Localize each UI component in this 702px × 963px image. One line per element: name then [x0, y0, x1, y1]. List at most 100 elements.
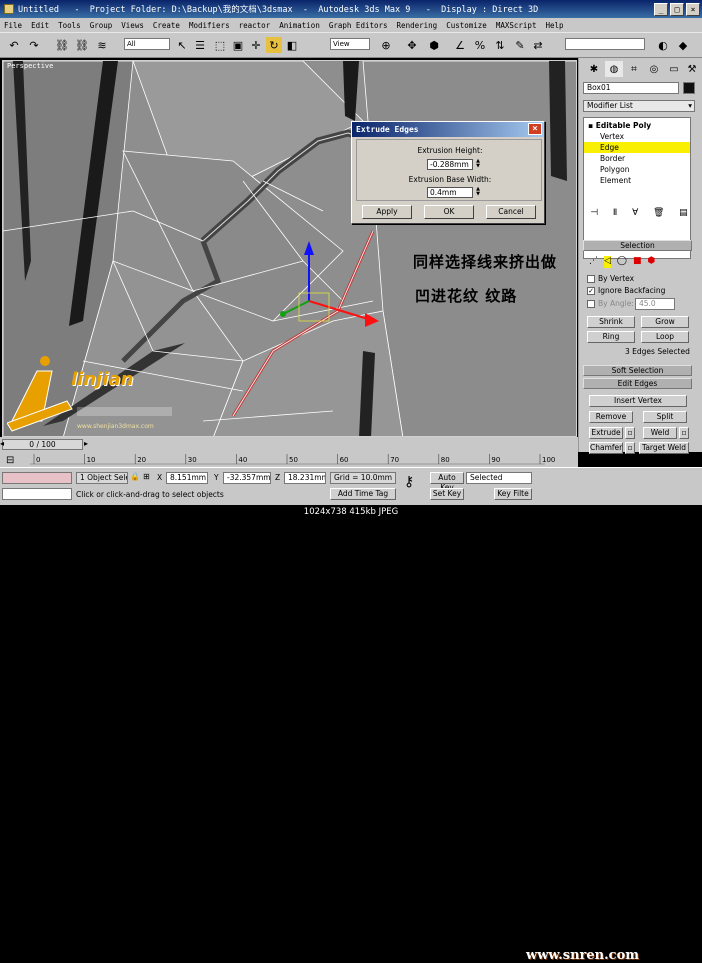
menu-tools[interactable]: Tools	[58, 21, 81, 30]
minimize-button[interactable]: _	[654, 2, 668, 16]
menu-customize[interactable]: Customize	[446, 21, 487, 30]
slider-next-icon[interactable]: ▸	[84, 439, 94, 450]
stack-item-editable-poly[interactable]: ▪ Editable Poly	[584, 120, 690, 131]
track-bar-icon[interactable]: ⊟	[6, 455, 14, 466]
by-angle-checkbox[interactable]: By Angle:	[587, 299, 634, 308]
undo-icon[interactable]: ↶	[6, 37, 22, 53]
add-time-tag-button[interactable]: Add Time Tag	[330, 488, 396, 500]
z-coord-field[interactable]: 18.231mm	[284, 472, 326, 484]
rect-selection-icon[interactable]: ⬚	[212, 37, 228, 53]
snap-toggle-icon[interactable]: ⬢	[426, 37, 442, 53]
named-selection-sets-dropdown[interactable]	[565, 38, 645, 50]
quick-render-icon[interactable]: ◆	[675, 37, 691, 53]
stack-item-vertex[interactable]: Vertex	[584, 131, 690, 142]
extrusion-height-spinner[interactable]: ▲ ▼	[475, 159, 481, 170]
weld-button[interactable]: Weld	[643, 427, 677, 439]
stack-item-border[interactable]: Border	[584, 153, 690, 164]
remove-modifier-icon[interactable]: 🗑	[653, 208, 664, 224]
select-manipulate-icon[interactable]: ✥	[404, 37, 420, 53]
select-scale-icon[interactable]: ◧	[284, 37, 300, 53]
target-weld-button[interactable]: Target Weld	[639, 442, 689, 454]
object-name-field[interactable]: Box01	[583, 82, 679, 94]
apply-button[interactable]: Apply	[362, 205, 412, 219]
slider-prev-icon[interactable]: ◂	[0, 439, 10, 450]
remove-button[interactable]: Remove	[589, 411, 633, 423]
menu-animation[interactable]: Animation	[279, 21, 320, 30]
cancel-button[interactable]: Cancel	[486, 205, 536, 219]
auto-key-button[interactable]: Auto Key	[430, 472, 464, 492]
menu-graph-editors[interactable]: Graph Editors	[329, 21, 388, 30]
weld-settings-icon[interactable]: ▫	[679, 427, 689, 439]
object-color-swatch[interactable]	[683, 82, 695, 94]
create-tab-icon[interactable]: ✱	[585, 61, 603, 77]
by-angle-input[interactable]: 45.0	[635, 298, 675, 310]
unlink-icon[interactable]: ⛓	[74, 37, 90, 53]
make-unique-icon[interactable]: ∀	[632, 208, 638, 224]
spinner-snap-icon[interactable]: ⇅	[492, 37, 508, 53]
motion-tab-icon[interactable]: ◎	[645, 61, 663, 77]
selection-filter-dropdown[interactable]: All	[124, 38, 170, 50]
extrude-settings-icon[interactable]: ▫	[625, 427, 635, 439]
menu-edit[interactable]: Edit	[31, 21, 49, 30]
set-key-button[interactable]: Set Key	[430, 488, 464, 500]
grow-button[interactable]: Grow	[641, 316, 689, 328]
polygon-mode-icon[interactable]: ■	[633, 256, 642, 268]
soft-selection-rollout-header[interactable]: Soft Selection	[583, 365, 692, 376]
selection-rollout-header[interactable]: Selection	[583, 240, 692, 251]
modify-tab-icon[interactable]: ◍	[605, 61, 623, 77]
show-end-result-icon[interactable]: Ⅱ	[613, 208, 617, 224]
menu-rendering[interactable]: Rendering	[397, 21, 438, 30]
select-move-icon[interactable]: ✛	[248, 37, 264, 53]
dialog-close-button[interactable]: ×	[528, 123, 542, 135]
key-icon[interactable]: ⚷	[404, 474, 414, 490]
key-mode-dropdown[interactable]: Selected	[466, 472, 532, 484]
menu-reactor[interactable]: reactor	[239, 21, 271, 30]
menu-help[interactable]: Help	[545, 21, 563, 30]
percent-snap-icon[interactable]: %	[472, 37, 488, 53]
split-button[interactable]: Split	[643, 411, 687, 423]
menu-maxscript[interactable]: MAXScript	[496, 21, 537, 30]
key-filters-button[interactable]: Key Filte	[494, 488, 532, 500]
configure-sets-icon[interactable]: ▤	[679, 208, 688, 224]
lock-selection-icon[interactable]: 🔒	[130, 472, 140, 481]
stack-item-element[interactable]: Element	[584, 175, 690, 186]
x-coord-field[interactable]: 8.151mm	[166, 472, 208, 484]
viewport-label[interactable]: Perspective	[7, 62, 53, 70]
ref-coord-dropdown[interactable]: View	[330, 38, 370, 50]
edge-mode-icon[interactable]: ◁	[604, 256, 611, 268]
named-selection-icon[interactable]: ✎	[512, 37, 528, 53]
extrusion-width-input[interactable]: 0.4mm	[427, 187, 473, 198]
by-vertex-checkbox[interactable]: By Vertex	[587, 274, 634, 283]
render-icon[interactable]: ◐	[655, 37, 671, 53]
hierarchy-tab-icon[interactable]: ⌗	[625, 61, 643, 77]
border-mode-icon[interactable]: ◯	[617, 256, 627, 268]
ok-button[interactable]: OK	[424, 205, 474, 219]
element-mode-icon[interactable]: ⬢	[648, 256, 656, 268]
link-icon[interactable]: ⛓	[54, 37, 70, 53]
insert-vertex-button[interactable]: Insert Vertex	[589, 395, 687, 407]
edit-edges-rollout-header[interactable]: Edit Edges	[583, 378, 692, 389]
shrink-button[interactable]: Shrink	[587, 316, 635, 328]
pivot-center-icon[interactable]: ⊕	[378, 37, 394, 53]
menu-modifiers[interactable]: Modifiers	[189, 21, 230, 30]
bind-space-warp-icon[interactable]: ≋	[94, 37, 110, 53]
menu-file[interactable]: File	[4, 21, 22, 30]
y-coord-field[interactable]: -32.357mm	[223, 472, 271, 484]
time-slider[interactable]: 0 / 100	[2, 439, 83, 450]
track-bar-ruler[interactable]: 0 10 20 30 40 50 60 70 80 90 100	[0, 454, 578, 468]
angle-snap-icon[interactable]: ∠	[452, 37, 468, 53]
perspective-viewport[interactable]: Perspective 同样选择线来挤出做 凹进花纹 纹路 linjian ww…	[2, 60, 577, 437]
modifier-list-dropdown[interactable]: Modifier List ▾	[583, 100, 695, 112]
mirror-icon[interactable]: ⇄	[530, 37, 546, 53]
redo-icon[interactable]: ↷	[26, 37, 42, 53]
close-button[interactable]: ×	[686, 2, 700, 16]
stack-item-polygon[interactable]: Polygon	[584, 164, 690, 175]
select-object-icon[interactable]: ↖	[174, 37, 190, 53]
maximize-button[interactable]: □	[670, 2, 684, 16]
ring-button[interactable]: Ring	[587, 331, 635, 343]
select-rotate-icon[interactable]: ↻	[266, 37, 282, 53]
select-by-name-icon[interactable]: ☰	[192, 37, 208, 53]
chamfer-button[interactable]: Chamfer	[589, 442, 623, 454]
extrude-button[interactable]: Extrude	[589, 427, 623, 439]
pin-stack-icon[interactable]: ⊣	[590, 208, 598, 224]
